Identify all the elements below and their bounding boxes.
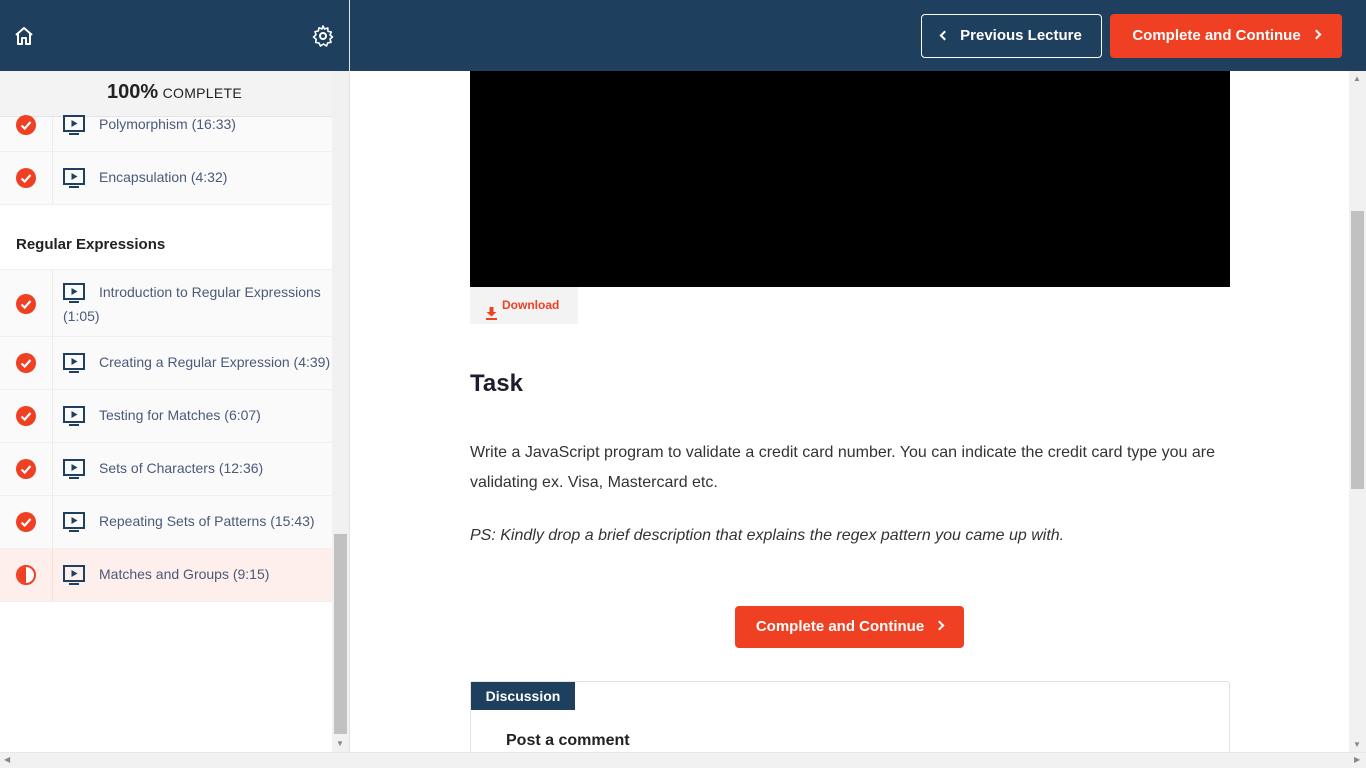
home-icon[interactable]: [12, 24, 36, 48]
video-icon: [63, 168, 86, 188]
task-note: PS: Kindly drop a brief description that…: [470, 527, 1065, 544]
download-label: Download: [502, 298, 560, 312]
previous-lecture-button[interactable]: Previous Lecture: [921, 14, 1102, 58]
complete-check-icon: [16, 459, 36, 479]
scroll-right-icon[interactable]: ▶: [1354, 755, 1360, 764]
lecture-title: Encapsulation (4:32): [99, 169, 228, 185]
lecture-item[interactable]: Repeating Sets of Patterns (15:43): [0, 496, 332, 549]
lecture-item[interactable]: Encapsulation (4:32): [0, 152, 332, 205]
video-icon: [63, 512, 86, 532]
lecture-duration: (1:05): [63, 308, 100, 324]
video-icon: [63, 565, 86, 585]
video-icon: [63, 283, 86, 303]
in-progress-icon: [16, 565, 36, 585]
lecture-item[interactable]: Introduction to Regular Expressions (1:0…: [0, 269, 332, 337]
lecture-item[interactable]: Polymorphism (16:33): [0, 115, 332, 152]
progress-percent: 100%: [106, 81, 159, 103]
task-description: Write a JavaScript program to validate a…: [470, 444, 1215, 491]
previous-lecture-label: Previous Lecture: [960, 27, 1082, 44]
scrollbar-thumb[interactable]: [1351, 211, 1364, 489]
scroll-up-icon[interactable]: ▲: [1353, 74, 1361, 83]
gear-icon[interactable]: [311, 24, 335, 48]
video-icon: [63, 459, 86, 479]
lecture-item[interactable]: Testing for Matches (6:07): [0, 390, 332, 443]
scroll-down-icon[interactable]: ▼: [1353, 740, 1361, 749]
complete-check-icon: [16, 168, 36, 188]
lecture-title: Testing for Matches (6:07): [99, 407, 261, 423]
lecture-title: Matches and Groups (9:15): [99, 566, 270, 582]
chevron-right-icon: [1311, 29, 1322, 40]
video-icon: [63, 115, 86, 135]
lecture-page: 100% COMPLETE Polymorphism (16:33) Encap…: [0, 0, 1366, 768]
chevron-right-icon: [934, 620, 945, 631]
lecture-title: Repeating Sets of Patterns (15:43): [99, 513, 315, 529]
complete-and-continue-button[interactable]: Complete and Continue: [1110, 14, 1342, 58]
progress-label: COMPLETE: [162, 85, 243, 101]
scroll-down-icon[interactable]: ▼: [336, 739, 344, 748]
lecture-title: Sets of Characters (12:36): [99, 460, 264, 476]
video-icon: [63, 406, 86, 426]
lecture-title: Polymorphism (16:33): [99, 116, 236, 132]
complete-check-icon: [16, 406, 36, 426]
scrollbar-thumb[interactable]: [334, 534, 347, 734]
lecture-item[interactable]: Creating a Regular Expression (4:39): [0, 337, 332, 390]
lecture-item[interactable]: Sets of Characters (12:36): [0, 443, 332, 496]
section-title: Regular Expressions: [16, 236, 166, 253]
top-navigation-bar: Previous Lecture Complete and Continue: [350, 0, 1366, 71]
lecture-title: Introduction to Regular Expressions: [99, 284, 321, 300]
horizontal-scrollbar[interactable]: ◀ ▶: [0, 752, 1366, 768]
discussion-tab[interactable]: Discussion: [471, 682, 575, 710]
complete-and-continue-button-main[interactable]: Complete and Continue: [735, 606, 964, 648]
scroll-left-icon[interactable]: ◀: [4, 755, 10, 764]
main-scrollbar[interactable]: ▲ ▼: [1349, 71, 1366, 752]
lecture-title: Creating a Regular Expression (4:39): [99, 354, 331, 370]
complete-check-icon: [16, 115, 36, 135]
complete-check-icon: [16, 294, 36, 314]
complete-continue-label: Complete and Continue: [755, 618, 925, 635]
course-progress: 100% COMPLETE: [0, 71, 349, 117]
task-heading: Task: [470, 370, 523, 397]
post-comment-heading: Post a comment: [506, 732, 630, 749]
download-icon: [486, 298, 497, 320]
complete-check-icon: [16, 512, 36, 532]
video-player[interactable]: [470, 71, 1230, 287]
download-button[interactable]: Download: [470, 287, 578, 324]
sidebar-header: [0, 0, 349, 71]
video-icon: [63, 353, 86, 373]
course-sidebar: 100% COMPLETE Polymorphism (16:33) Encap…: [0, 0, 350, 752]
complete-continue-label: Complete and Continue: [1132, 27, 1301, 44]
lecture-item-current[interactable]: Matches and Groups (9:15): [0, 549, 332, 602]
complete-check-icon: [16, 353, 36, 373]
chevron-left-icon: [939, 30, 950, 40]
sidebar-scrollbar[interactable]: ▼: [332, 71, 349, 752]
